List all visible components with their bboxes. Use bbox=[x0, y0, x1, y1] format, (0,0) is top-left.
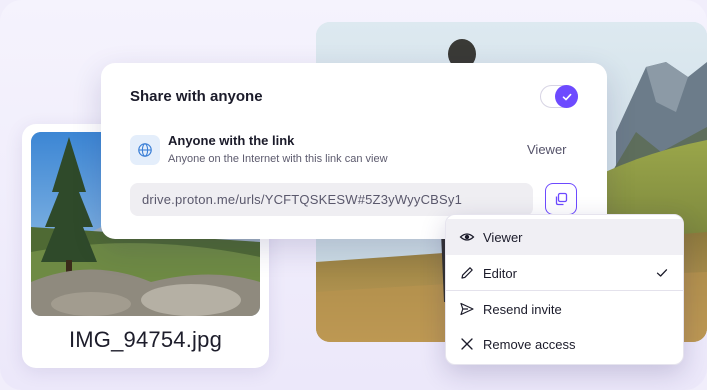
menu-item-label: Editor bbox=[483, 265, 517, 281]
menu-item-label: Remove access bbox=[483, 336, 576, 352]
menu-item-editor[interactable]: Editor bbox=[446, 255, 683, 291]
role-selector[interactable]: Viewer bbox=[527, 142, 567, 157]
file-name: IMG_94754.jpg bbox=[68, 327, 223, 352]
share-title: Share with anyone bbox=[130, 88, 263, 105]
share-toggle[interactable] bbox=[540, 85, 578, 108]
link-access-subtitle: Anyone on the Internet with this link ca… bbox=[168, 153, 388, 165]
share-url-field[interactable] bbox=[130, 183, 533, 216]
copy-link-button[interactable] bbox=[545, 183, 577, 215]
check-icon bbox=[555, 85, 578, 108]
copy-icon bbox=[553, 191, 569, 207]
menu-item-label: Viewer bbox=[483, 229, 523, 245]
share-dialog: Share with anyone Anyone with the link A… bbox=[101, 63, 607, 239]
menu-item-resend-invite[interactable]: Resend invite bbox=[446, 291, 683, 327]
checkmark-icon bbox=[655, 266, 669, 280]
send-icon bbox=[459, 301, 475, 317]
pencil-icon bbox=[459, 265, 475, 281]
globe-icon bbox=[130, 135, 160, 165]
eye-icon bbox=[459, 229, 475, 245]
link-access-title: Anyone with the link bbox=[168, 133, 295, 148]
menu-item-remove-access[interactable]: Remove access bbox=[446, 326, 683, 362]
close-icon bbox=[459, 336, 475, 352]
role-dropdown-menu: Viewer Editor Resend invite Remove acces… bbox=[445, 214, 684, 365]
menu-item-label: Resend invite bbox=[483, 301, 562, 317]
menu-item-viewer[interactable]: Viewer bbox=[446, 219, 683, 255]
